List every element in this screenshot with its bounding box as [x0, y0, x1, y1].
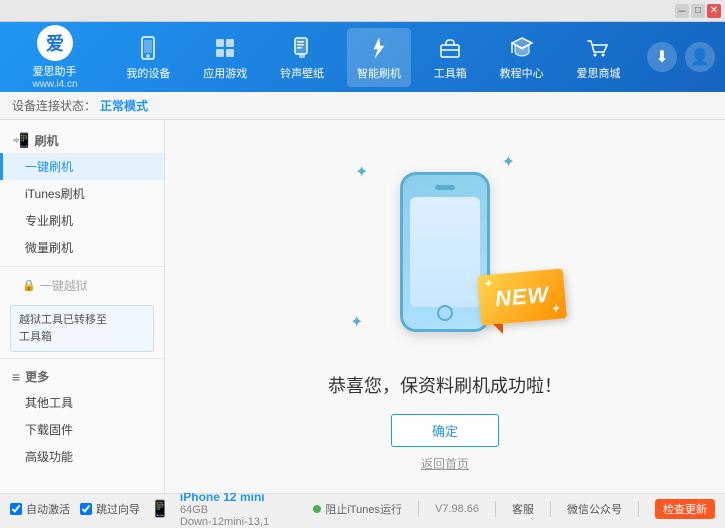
sidebar-item-micro-flash[interactable]: 微量刷机: [0, 234, 164, 261]
nav-item-my-device[interactable]: 我的设备: [116, 28, 180, 87]
device-info: iPhone 12 mini 64GB Down-12mini-13,1: [180, 490, 269, 528]
nav-item-ringtones[interactable]: 铃声壁纸: [270, 28, 334, 87]
logo-area: 爱 爱思助手 www.i4.cn: [10, 25, 100, 90]
device-summary: 📱 iPhone 12 mini 64GB Down-12mini-13,1: [150, 490, 269, 528]
more-section-icon: ≡: [12, 369, 20, 385]
device-model: Down-12mini-13,1: [180, 516, 269, 528]
wechat-link[interactable]: 微信公众号: [567, 501, 622, 517]
version-label: V7.98.66: [435, 503, 479, 515]
divider-1: [418, 501, 419, 517]
success-text: 恭喜您，保资料刷机成功啦！: [328, 372, 562, 398]
profile-button[interactable]: 👤: [685, 42, 715, 72]
status-label: 设备连接状态：: [12, 97, 96, 114]
sparkle-icon-2: ✦: [502, 152, 515, 172]
sparkle-icon-3: ✦: [350, 312, 363, 332]
nav-icon-smart-flash: [365, 34, 393, 62]
content-area: ✦ ✦ ✦ NEW 恭喜您，保资料刷机成功啦！ 确定 返回首页: [165, 120, 725, 493]
logo-icon: 爱: [37, 25, 73, 61]
check-update-button[interactable]: 检查更新: [655, 499, 715, 519]
sidebar-item-advanced[interactable]: 高级功能: [0, 443, 164, 470]
status-value: 正常模式: [100, 97, 148, 114]
close-button[interactable]: ✕: [707, 4, 721, 18]
divider-4: [638, 501, 639, 517]
sidebar-item-one-click-flash[interactable]: 一键刷机: [0, 153, 164, 180]
auto-connect-checkbox[interactable]: 自动激活: [10, 501, 70, 517]
device-storage: 64GB: [180, 504, 269, 516]
return-link[interactable]: 返回首页: [421, 455, 469, 472]
maximize-button[interactable]: □: [691, 4, 705, 18]
main-layout: 📲 刷机 一键刷机 iTunes刷机 专业刷机 微量刷机 🔒 一键越狱 越狱工具…: [0, 120, 725, 493]
phone-home-button: [437, 305, 453, 321]
sidebar-item-other-tools[interactable]: 其他工具: [0, 389, 164, 416]
nav-label-tutorial: 教程中心: [500, 65, 544, 81]
nav-item-toolbox[interactable]: 工具箱: [424, 28, 477, 87]
skip-wizard-label: 跳过向导: [96, 501, 140, 517]
device-phone-icon: 📱: [150, 499, 170, 519]
logo-subtitle: 爱思助手 www.i4.cn: [32, 63, 77, 90]
phone-notch: [435, 185, 455, 190]
auto-connect-label: 自动激活: [26, 501, 70, 517]
phone-body: [400, 172, 490, 332]
nav-icon-shop: [584, 34, 612, 62]
nav-label-ringtones: 铃声壁纸: [280, 65, 324, 81]
sparkle-icon-1: ✦: [355, 162, 368, 182]
nav-label-smart-flash: 智能刷机: [357, 65, 401, 81]
success-panel: ✦ ✦ ✦ NEW 恭喜您，保资料刷机成功啦！ 确定 返回首页: [328, 142, 562, 472]
support-link[interactable]: 客服: [512, 501, 534, 517]
nav-label-toolbox: 工具箱: [434, 65, 467, 81]
nav-icon-tutorial: [508, 34, 536, 62]
nav-label-apps-games: 应用游戏: [203, 65, 247, 81]
flash-section-icon: 📲: [12, 132, 29, 149]
nav-right-buttons: ⬇ 👤: [647, 42, 715, 72]
title-bar: － □ ✕: [0, 0, 725, 22]
divider-3: [550, 501, 551, 517]
sidebar-divider-2: [0, 358, 164, 359]
itunes-dot-icon: [313, 505, 321, 513]
download-button[interactable]: ⬇: [647, 42, 677, 72]
nav-icon-ringtones: [288, 34, 316, 62]
sidebar-item-download-fw[interactable]: 下载固件: [0, 416, 164, 443]
sidebar: 📲 刷机 一键刷机 iTunes刷机 专业刷机 微量刷机 🔒 一键越狱 越狱工具…: [0, 120, 165, 493]
more-section-label: 更多: [25, 368, 49, 385]
bottom-right: 阻止iTunes运行 V7.98.66 客服 微信公众号 检查更新: [313, 499, 715, 519]
skip-wizard-input[interactable]: [80, 503, 92, 515]
nav-icon-apps-games: [211, 34, 239, 62]
status-bar: 设备连接状态： 正常模式: [0, 92, 725, 120]
skip-wizard-checkbox[interactable]: 跳过向导: [80, 501, 140, 517]
nav-bar: 我的设备 应用游戏: [110, 28, 637, 87]
phone-screen: [410, 197, 480, 307]
sidebar-section-more: ≡ 更多: [0, 364, 164, 389]
bottom-bar: 自动激活 跳过向导 📱 iPhone 12 mini 64GB Down-12m…: [0, 493, 725, 523]
nav-label-my-device: 我的设备: [126, 65, 170, 81]
minimize-button[interactable]: －: [675, 4, 689, 18]
auto-connect-input[interactable]: [10, 503, 22, 515]
new-badge: NEW: [477, 268, 567, 325]
sidebar-section-flash: 📲 刷机: [0, 128, 164, 153]
sidebar-divider-1: [0, 266, 164, 267]
bottom-left: 自动激活 跳过向导 📱 iPhone 12 mini 64GB Down-12m…: [10, 490, 313, 528]
itunes-label: 阻止iTunes运行: [325, 501, 402, 517]
ribbon-fold: [493, 324, 503, 334]
phone-illustration: ✦ ✦ ✦ NEW: [345, 142, 545, 362]
divider-2: [495, 501, 496, 517]
sidebar-item-itunes-flash[interactable]: iTunes刷机: [0, 180, 164, 207]
nav-icon-toolbox: [436, 34, 464, 62]
nav-item-apps-games[interactable]: 应用游戏: [193, 28, 257, 87]
nav-label-shop: 爱思商城: [576, 65, 620, 81]
flash-section-label: 刷机: [34, 132, 58, 149]
sidebar-item-jailbreak: 🔒 一键越狱: [0, 272, 164, 299]
nav-item-tutorial[interactable]: 教程中心: [490, 28, 554, 87]
confirm-button[interactable]: 确定: [391, 414, 499, 447]
header: 爱 爱思助手 www.i4.cn 我的设备: [0, 22, 725, 92]
nav-icon-my-device: [134, 34, 162, 62]
nav-item-shop[interactable]: 爱思商城: [566, 28, 630, 87]
sidebar-item-pro-flash[interactable]: 专业刷机: [0, 207, 164, 234]
itunes-status: 阻止iTunes运行: [313, 501, 402, 517]
sidebar-notice: 越狱工具已转移至工具箱: [10, 305, 154, 352]
lock-icon: 🔒: [22, 279, 36, 292]
nav-item-smart-flash[interactable]: 智能刷机: [347, 28, 411, 87]
